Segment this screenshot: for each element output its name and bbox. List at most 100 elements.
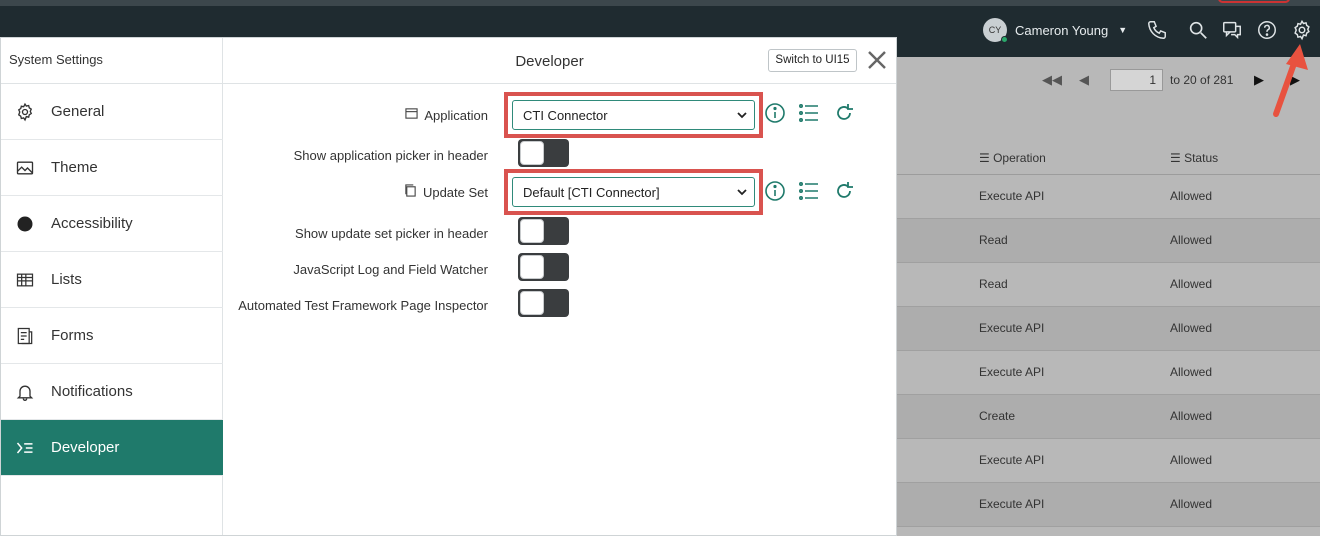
- cell-status: Allowed: [1170, 233, 1213, 247]
- sidebar-item-developer[interactable]: Developer: [1, 420, 223, 476]
- cell-operation: Execute API: [979, 189, 1045, 203]
- cell-operation: Execute API: [979, 321, 1045, 335]
- help-icon[interactable]: [1256, 19, 1278, 41]
- js-log-toggle[interactable]: [518, 253, 569, 281]
- sidebar-item-accessibility[interactable]: Accessibility: [1, 196, 223, 252]
- sidebar-item-label: Forms: [51, 327, 94, 344]
- window-icon: [405, 107, 419, 123]
- table-row[interactable]: Execute API Allowed: [897, 483, 1320, 527]
- cell-operation: Read: [979, 277, 1008, 291]
- close-icon[interactable]: [864, 47, 890, 73]
- chevron-down-icon: ▼: [1118, 25, 1128, 35]
- top-strip: [0, 0, 1320, 6]
- gear-icon: [15, 102, 35, 122]
- sidebar-item-general[interactable]: General: [1, 84, 223, 140]
- select-value: CTI Connector: [523, 107, 608, 123]
- info-icon[interactable]: [764, 102, 786, 124]
- js-log-label: JavaScript Log and Field Watcher: [293, 262, 488, 277]
- table-row[interactable]: Execute API Allowed: [897, 439, 1320, 483]
- cell-status: Allowed: [1170, 409, 1213, 423]
- cell-operation: Execute API: [979, 453, 1045, 467]
- update-set-picker-label: Show update set picker in header: [295, 226, 488, 241]
- bell-icon: [15, 382, 35, 402]
- refresh-icon[interactable]: [833, 180, 855, 202]
- page-number-input[interactable]: 1: [1110, 69, 1163, 91]
- chat-icon[interactable]: [1221, 19, 1243, 41]
- cell-status: Allowed: [1170, 453, 1213, 467]
- sidebar-item-label: Theme: [51, 159, 98, 176]
- application-highlight: CTI Connector: [504, 92, 763, 138]
- settings-sidebar: System Settings General Theme Accessibil…: [1, 38, 223, 535]
- app-picker-label: Show application picker in header: [294, 148, 488, 163]
- user-menu[interactable]: CY Cameron Young ▼: [983, 18, 1128, 43]
- label-text: Automated Test Framework Page Inspector: [238, 298, 488, 313]
- divider: [223, 83, 896, 84]
- column-operation[interactable]: ☰ Operation: [979, 151, 1046, 165]
- cell-status: Allowed: [1170, 277, 1213, 291]
- atf-label: Automated Test Framework Page Inspector: [238, 298, 488, 313]
- sidebar-item-forms[interactable]: Forms: [1, 308, 223, 364]
- developer-panel: Developer Switch to UI15 Application CTI…: [223, 38, 896, 535]
- cell-status: Allowed: [1170, 497, 1213, 511]
- select-value: Default [CTI Connector]: [523, 184, 660, 200]
- sidebar-item-label: Developer: [51, 439, 120, 456]
- info-icon[interactable]: [764, 180, 786, 202]
- presence-dot: [1001, 36, 1008, 43]
- app-picker-toggle[interactable]: [518, 139, 569, 167]
- annotation-arrow: [1273, 44, 1308, 117]
- developer-icon: [15, 438, 35, 458]
- application-label: Application: [405, 107, 488, 123]
- label-text: Update Set: [422, 184, 488, 200]
- table-row[interactable]: Execute API Allowed: [897, 307, 1320, 351]
- header-pill-button[interactable]: [1218, 0, 1290, 3]
- search-icon[interactable]: [1187, 19, 1209, 41]
- list-icon[interactable]: [798, 102, 820, 124]
- system-settings-modal: System Settings General Theme Accessibil…: [0, 37, 897, 536]
- gear-icon[interactable]: [1291, 19, 1313, 41]
- table-row[interactable]: Read Allowed: [897, 219, 1320, 263]
- table-row[interactable]: Execute API Allowed: [897, 175, 1320, 219]
- label-text: Application: [424, 107, 488, 123]
- switch-to-ui15-button[interactable]: Switch to UI15: [768, 49, 857, 72]
- next-page-icon[interactable]: ▶: [1254, 72, 1264, 88]
- sidebar-item-lists[interactable]: Lists: [1, 252, 223, 308]
- update-set-picker-toggle[interactable]: [518, 217, 569, 245]
- phone-icon[interactable]: [1146, 19, 1168, 41]
- toggle-knob: [520, 219, 544, 243]
- cell-status: Allowed: [1170, 189, 1213, 203]
- update-set-select[interactable]: Default [CTI Connector]: [512, 177, 755, 207]
- page-count: to 20 of 281: [1170, 73, 1234, 87]
- circle-icon: [15, 214, 35, 234]
- application-select[interactable]: CTI Connector: [512, 100, 755, 130]
- cell-status: Allowed: [1170, 321, 1213, 335]
- column-status[interactable]: ☰ Status: [1170, 151, 1218, 165]
- table-row[interactable]: Execute API Allowed: [897, 351, 1320, 395]
- refresh-icon[interactable]: [833, 102, 855, 124]
- background-list: ◀◀ ◀ 1 to 20 of 281 ▶ ▶ ☰ Operation ☰ St…: [897, 57, 1320, 536]
- cell-operation: Read: [979, 233, 1008, 247]
- cell-status: Allowed: [1170, 365, 1213, 379]
- atf-toggle[interactable]: [518, 289, 569, 317]
- table-row[interactable]: Read Allowed: [897, 263, 1320, 307]
- list-icon[interactable]: [798, 180, 820, 202]
- update-set-highlight: Default [CTI Connector]: [504, 169, 763, 215]
- form-icon: [15, 326, 35, 346]
- list-header: ☰ Operation ☰ Status: [897, 145, 1320, 175]
- sidebar-item-notifications[interactable]: Notifications: [1, 364, 223, 420]
- cell-operation: Create: [979, 409, 1016, 423]
- document-icon: [404, 184, 417, 200]
- cell-operation: Execute API: [979, 497, 1045, 511]
- table-row[interactable]: Create Allowed: [897, 395, 1320, 439]
- toggle-knob: [520, 141, 544, 165]
- sidebar-item-label: Lists: [51, 271, 82, 288]
- sidebar-title: System Settings: [9, 52, 103, 67]
- user-name: Cameron Young: [1015, 22, 1109, 38]
- update-set-label: Update Set: [404, 184, 488, 200]
- first-page-icon[interactable]: ◀◀: [1042, 72, 1062, 88]
- prev-page-icon[interactable]: ◀: [1079, 72, 1089, 88]
- sidebar-item-label: General: [51, 103, 105, 120]
- chevron-down-icon: [737, 189, 747, 196]
- toggle-knob: [520, 291, 544, 315]
- avatar-initials: CY: [988, 25, 1002, 35]
- sidebar-item-theme[interactable]: Theme: [1, 140, 223, 196]
